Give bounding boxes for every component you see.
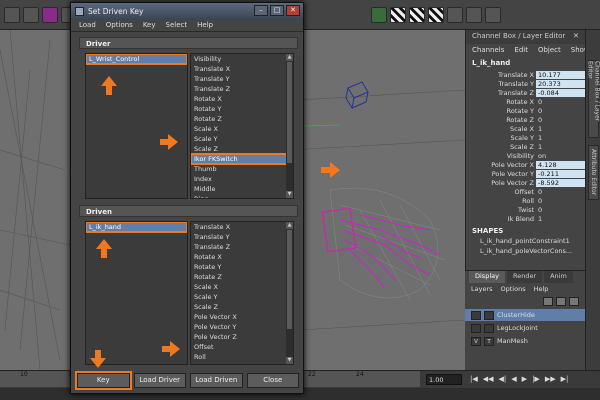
- arrow-right-icon: [162, 341, 180, 357]
- maya-app: Channel Box / Layer Editor ✕ Channels Ed…: [0, 0, 600, 400]
- arrow-up-icon: [101, 76, 117, 95]
- arrow-down-icon: [90, 350, 106, 368]
- arrow-up-icon: [96, 239, 112, 258]
- arrow-right-icon: [321, 162, 340, 178]
- annotation-arrows: [90, 76, 340, 368]
- arrow-right-icon: [160, 134, 178, 150]
